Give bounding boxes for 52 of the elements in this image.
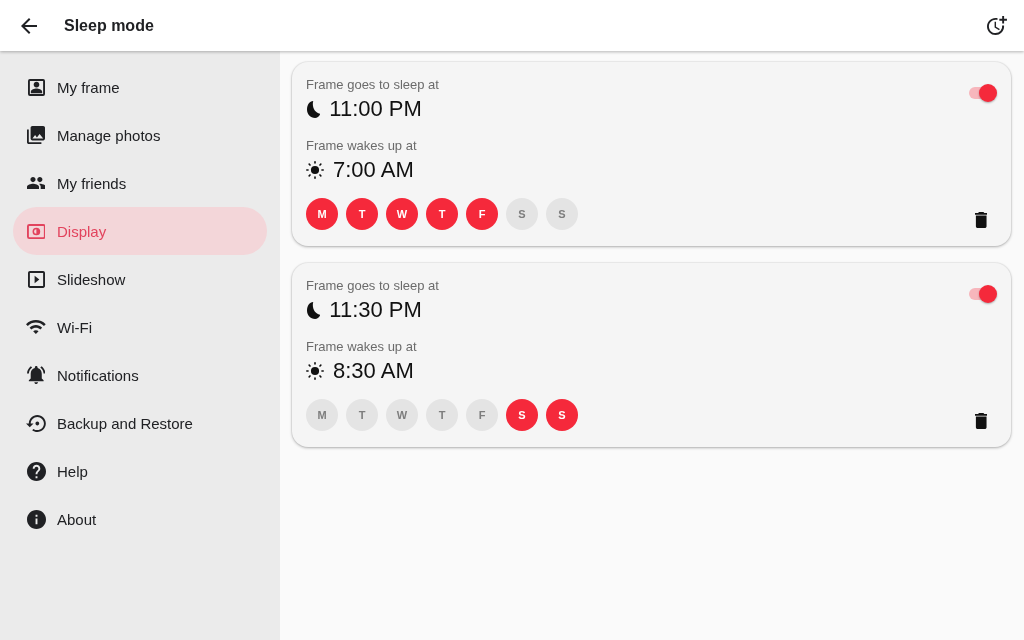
sidebar-item[interactable]: My friends: [13, 159, 267, 207]
day-button[interactable]: M: [306, 399, 338, 431]
sidebar-item[interactable]: Slideshow: [13, 255, 267, 303]
day-button[interactable]: M: [306, 198, 338, 230]
sleep-time[interactable]: 11:00 PM: [329, 95, 422, 123]
help-icon: [26, 461, 46, 481]
sleep-time[interactable]: 11:30 PM: [329, 296, 422, 324]
day-button[interactable]: T: [346, 399, 378, 431]
sun-icon: [306, 161, 324, 179]
photos-icon: [27, 126, 45, 144]
day-button[interactable]: S: [546, 198, 578, 230]
sidebar-item[interactable]: Help: [13, 447, 267, 495]
toggle-switch[interactable]: [967, 84, 997, 102]
day-button[interactable]: F: [466, 198, 498, 230]
sidebar-item[interactable]: Wi-Fi: [13, 303, 267, 351]
wake-label: Frame wakes up at: [306, 339, 417, 355]
day-button[interactable]: S: [546, 399, 578, 431]
day-button[interactable]: W: [386, 399, 418, 431]
sleep-label: Frame goes to sleep at: [306, 278, 439, 294]
trash-icon[interactable]: [974, 212, 987, 228]
day-button[interactable]: S: [506, 399, 538, 431]
sidebar-item[interactable]: Notifications: [13, 351, 267, 399]
day-button[interactable]: T: [346, 198, 378, 230]
day-button[interactable]: T: [426, 399, 458, 431]
day-button[interactable]: S: [506, 198, 538, 230]
wake-label: Frame wakes up at: [306, 138, 417, 154]
people-icon: [26, 177, 46, 189]
page-title: Sleep mode: [64, 16, 154, 35]
wake-time[interactable]: 7:00 AM: [333, 156, 414, 184]
bell-icon: [26, 366, 46, 384]
trash-icon[interactable]: [974, 413, 987, 429]
sidebar-item[interactable]: Manage photos: [13, 111, 267, 159]
screen-icon: [26, 223, 46, 239]
info-icon: [26, 509, 46, 529]
day-button[interactable]: W: [386, 198, 418, 230]
portrait-icon: [27, 78, 45, 96]
restore-icon: [26, 414, 46, 432]
clock-plus-icon[interactable]: [987, 16, 1007, 35]
day-button[interactable]: F: [466, 399, 498, 431]
sidebar-item[interactable]: My frame: [13, 63, 267, 111]
sidebar-item[interactable]: Backup and Restore: [13, 399, 267, 447]
sleep-label: Frame goes to sleep at: [306, 77, 439, 93]
wake-time[interactable]: 8:30 AM: [333, 357, 414, 385]
sidebar-item[interactable]: Display: [13, 207, 267, 255]
back-arrow-icon[interactable]: [21, 17, 37, 34]
moon-icon: [307, 100, 321, 118]
wifi-icon: [26, 320, 46, 334]
sidebar-item[interactable]: About: [13, 495, 267, 543]
sun-icon: [306, 362, 324, 380]
day-button[interactable]: T: [426, 198, 458, 230]
moon-icon: [307, 301, 321, 319]
toggle-switch[interactable]: [967, 285, 997, 303]
